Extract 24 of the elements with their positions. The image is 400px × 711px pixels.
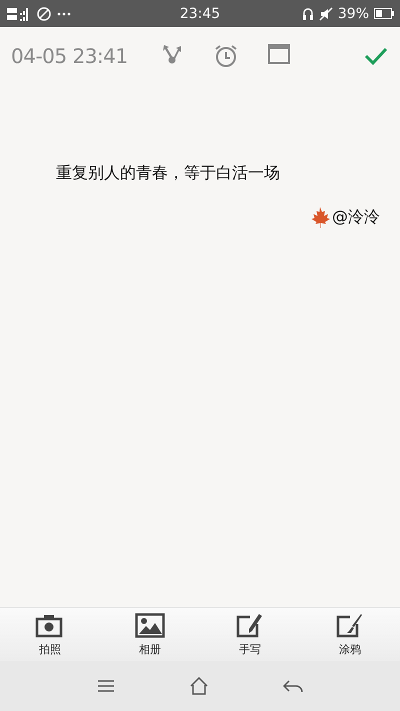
- tool-button[interactable]: 拍照: [0, 608, 100, 661]
- check-icon[interactable]: [364, 46, 388, 66]
- home-icon[interactable]: [189, 677, 209, 695]
- battery-icon: [374, 8, 394, 19]
- tool-button[interactable]: 涂鸦: [300, 608, 400, 661]
- image-icon: [135, 612, 165, 638]
- tool-button[interactable]: 相册: [100, 608, 200, 661]
- note-timestamp: 04-05 23:41: [11, 44, 129, 68]
- menu-icon[interactable]: [97, 679, 115, 693]
- mute-icon: [318, 6, 333, 20]
- window-icon[interactable]: [268, 43, 290, 65]
- note-text: 重复别人的青春，等于白活一场: [56, 163, 281, 184]
- back-icon[interactable]: [283, 679, 303, 693]
- camera-icon: [35, 612, 65, 638]
- pencil-icon: [235, 612, 265, 638]
- maple-leaf-icon: [310, 206, 330, 228]
- blocked-icon: [37, 6, 51, 20]
- note-signature: @泠泠: [332, 206, 380, 228]
- battery-percent: 39%: [338, 6, 370, 22]
- headphones-icon: [302, 6, 314, 20]
- tool-button[interactable]: 手写: [200, 608, 300, 661]
- brush-icon: [335, 612, 365, 638]
- alarm-icon[interactable]: [212, 43, 239, 69]
- clock-time: 23:45: [180, 6, 220, 22]
